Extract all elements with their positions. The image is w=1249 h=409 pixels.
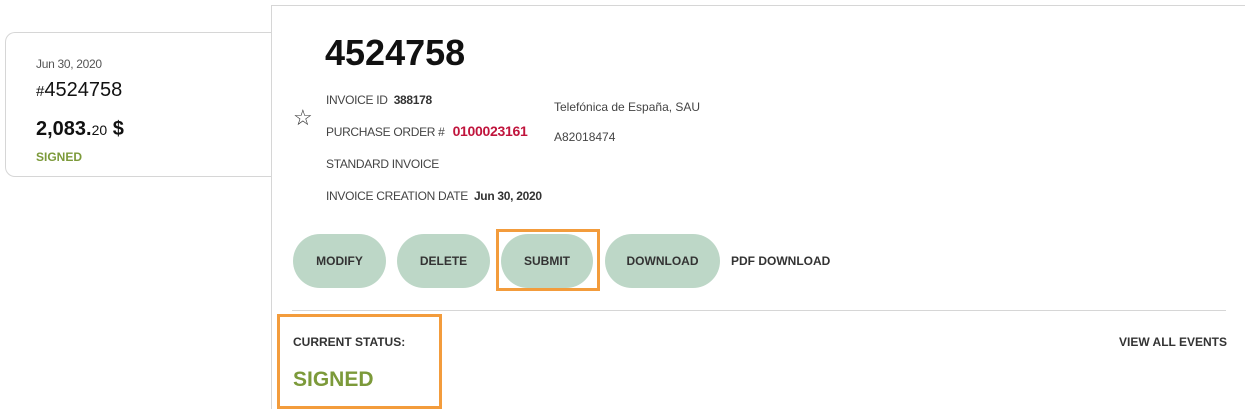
purchase-order-row: PURCHASE ORDER # 0100023161: [326, 123, 528, 139]
view-all-events-link[interactable]: VIEW ALL EVENTS: [1119, 335, 1227, 349]
delete-button[interactable]: DELETE: [397, 234, 490, 288]
summary-amount: 2,083.20 $: [36, 118, 124, 141]
summary-date: Jun 30, 2020: [36, 57, 102, 71]
submit-button[interactable]: SUBMIT: [501, 234, 593, 288]
current-status-label: CURRENT STATUS:: [293, 335, 406, 349]
invoice-id-value: 388178: [393, 93, 433, 107]
invoice-title: 4524758: [325, 32, 466, 73]
creation-date-label: INVOICE CREATION DATE: [326, 189, 468, 203]
summary-status-badge: SIGNED: [36, 150, 83, 164]
summary-invoice-number: #4524758: [36, 79, 122, 102]
modify-button[interactable]: MODIFY: [293, 234, 386, 288]
vendor-name: Telefónica de España, SAU: [554, 100, 701, 114]
po-label: PURCHASE ORDER #: [326, 125, 445, 139]
summary-number-value: 4524758: [44, 79, 123, 101]
summary-amount-decimals: 20: [91, 122, 108, 138]
summary-currency: $: [112, 118, 124, 140]
favorite-star-icon[interactable]: ☆: [293, 107, 313, 129]
invoice-id-label: INVOICE ID: [326, 93, 388, 107]
invoice-detail-panel: 4524758 ☆ INVOICE ID 388178 PURCHASE ORDE…: [271, 5, 1245, 409]
download-button[interactable]: DOWNLOAD: [605, 234, 720, 288]
summary-amount-int: 2,083.: [36, 118, 92, 140]
invoice-summary-card[interactable]: Jun 30, 2020 #4524758 2,083.20 $ SIGNED: [5, 32, 271, 177]
creation-date-row: INVOICE CREATION DATE Jun 30, 2020: [326, 189, 542, 203]
vendor-tax-id: A82018474: [554, 130, 616, 144]
creation-date-value: Jun 30, 2020: [473, 189, 542, 203]
section-divider: [292, 310, 1226, 311]
invoice-id-row: INVOICE ID 388178: [326, 93, 432, 107]
pdf-download-link[interactable]: PDF DOWNLOAD: [731, 254, 830, 268]
current-status-value: SIGNED: [293, 368, 374, 391]
invoice-type: STANDARD INVOICE: [326, 157, 439, 171]
po-number[interactable]: 0100023161: [453, 123, 528, 139]
